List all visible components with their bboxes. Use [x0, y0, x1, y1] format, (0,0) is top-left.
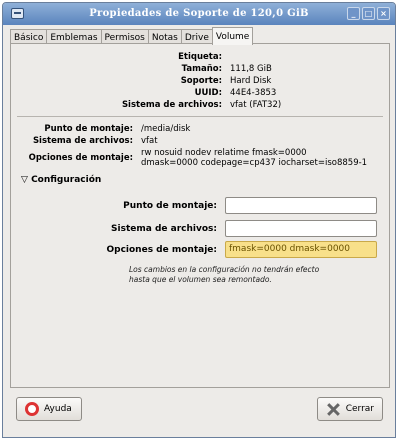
mount-point-value: /media/disk — [141, 124, 191, 134]
window-title: Propiedades de Soporte de 120,0 GiB — [89, 8, 309, 19]
soporte-label: Soporte: — [180, 76, 222, 86]
remount-note: Los cambios en la configuración no tendr… — [129, 265, 319, 285]
uuid-value: 44E4-3853 — [230, 88, 277, 98]
mount-fs-label: Sistema de archivos: — [32, 136, 133, 146]
etiqueta-label: Etiqueta: — [178, 52, 222, 62]
configuration-header: Configuración — [31, 175, 102, 185]
minimize-icon[interactable]: _ — [347, 7, 360, 20]
config-options-label: Opciones de montaje: — [106, 245, 217, 255]
close-icon — [326, 402, 341, 417]
uuid-row: UUID: 44E4-3853 — [11, 88, 277, 98]
uuid-label: UUID: — [194, 88, 222, 98]
soporte-value: Hard Disk — [230, 76, 272, 86]
help-button[interactable]: Ayuda — [16, 397, 82, 421]
mount-options-row: Opciones de montaje: rw nosuid nodev rel… — [11, 148, 367, 168]
mount-point-input[interactable] — [225, 197, 377, 214]
mount-options-value: rw nosuid nodev relatime fmask=0000 dmas… — [141, 148, 367, 168]
tamano-value: 111,8 GiB — [230, 64, 272, 74]
divider — [17, 116, 383, 117]
mount-options-label: Opciones de montaje: — [28, 153, 133, 163]
tamano-row: Tamaño: 111,8 GiB — [11, 64, 272, 74]
mount-point-row: Punto de montaje: /media/disk — [11, 124, 190, 134]
filesystem-label: Sistema de archivos: — [121, 100, 222, 110]
close-button-label: Cerrar — [345, 404, 374, 414]
mount-fs-row: Sistema de archivos: vfat — [11, 136, 158, 146]
filesystem-row: Sistema de archivos: vfat (FAT32) — [11, 100, 281, 110]
filesystem-value: vfat (FAT32) — [230, 100, 282, 110]
mount-point-label: Punto de montaje: — [44, 124, 133, 134]
help-button-label: Ayuda — [44, 404, 72, 414]
maximize-icon[interactable]: □ — [362, 7, 375, 20]
mount-options-line2: dmask=0000 codepage=cp437 iocharset=iso8… — [141, 158, 368, 168]
etiqueta-row: Etiqueta: — [11, 52, 230, 62]
volume-panel: Etiqueta: Tamaño: 111,8 GiB Soporte: Har… — [10, 43, 390, 388]
mount-options-input[interactable]: fmask=0000 dmask=0000 — [225, 241, 377, 258]
tab-volume[interactable]: Volume — [211, 27, 254, 45]
soporte-row: Soporte: Hard Disk — [11, 76, 272, 86]
mount-options-line1: rw nosuid nodev relatime fmask=0000 — [141, 148, 307, 158]
remount-note-line2: hasta que el volumen sea remontado. — [129, 275, 272, 284]
configuration-expander[interactable]: ▽ Configuración — [21, 175, 101, 185]
lifebuoy-icon — [25, 402, 39, 416]
mount-fs-value: vfat — [141, 136, 158, 146]
title-bar[interactable]: Propiedades de Soporte de 120,0 GiB _ □ … — [3, 3, 395, 25]
tamano-label: Tamaño: — [181, 64, 222, 74]
config-fs-label: Sistema de archivos: — [111, 224, 217, 234]
remount-note-line1: Los cambios en la configuración no tendr… — [129, 265, 320, 274]
expander-arrow-icon[interactable]: ▽ — [21, 175, 28, 185]
close-button[interactable]: Cerrar — [317, 397, 383, 421]
close-window-icon[interactable]: × — [377, 7, 390, 20]
filesystem-input[interactable] — [225, 220, 377, 237]
config-mount-point-label: Punto de montaje: — [123, 201, 217, 211]
